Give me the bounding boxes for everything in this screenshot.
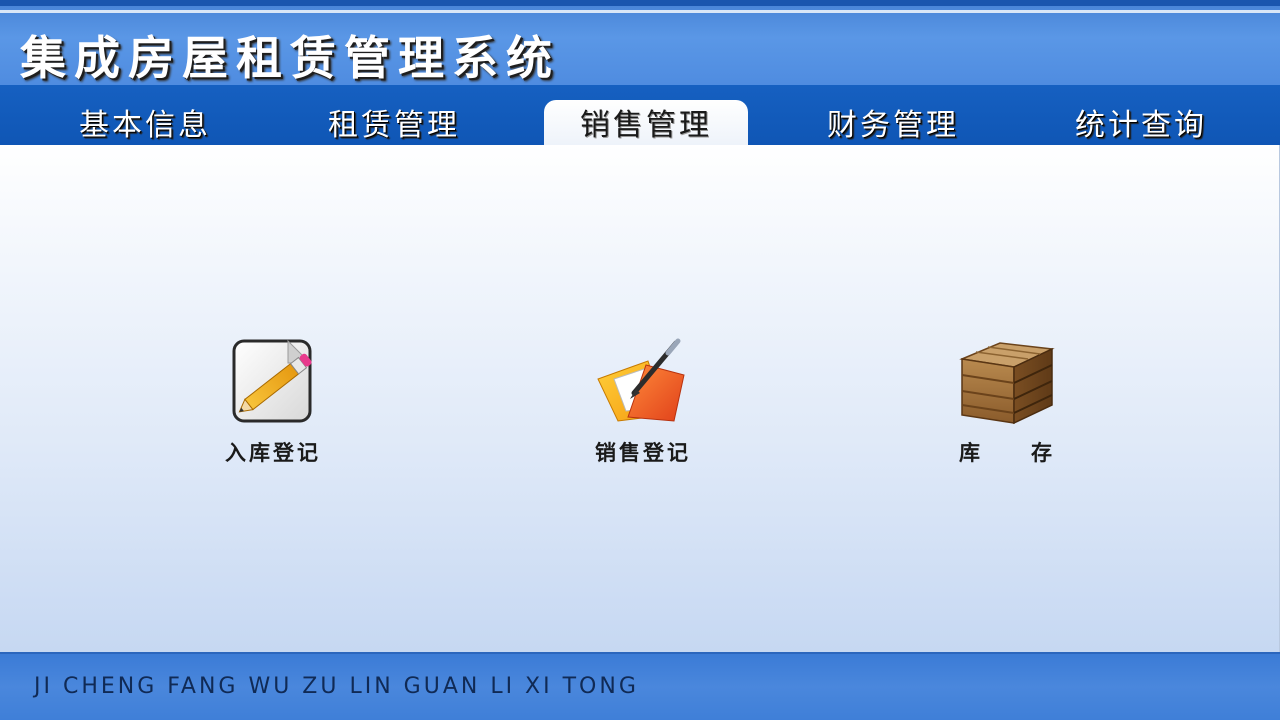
stock-in-register-label: 入库登记 xyxy=(225,441,321,465)
app-title: 集成房屋租赁管理系统 xyxy=(20,31,560,85)
tab-statistics-query[interactable]: 统计查询 xyxy=(1039,100,1243,145)
wooden-crate-icon xyxy=(959,342,1055,425)
sales-register-label: 销售登记 xyxy=(595,441,691,465)
tab-basic-info[interactable]: 基本信息 xyxy=(43,100,247,145)
app-window: 集成房屋租赁管理系统 基本信息 租赁管理 销售管理 财务管理 统计查询 入库登记… xyxy=(0,0,1280,720)
tab-finance-management[interactable]: 财务管理 xyxy=(791,100,995,145)
folder-pen-icon xyxy=(597,338,685,422)
stock-in-register-button[interactable]: 入库登记 xyxy=(183,335,363,467)
footer-banner: JI CHENG FANG WU ZU LIN GUAN LI XI TONG xyxy=(0,652,1280,720)
header-banner: 集成房屋租赁管理系统 xyxy=(0,0,1280,85)
inventory-button[interactable]: 库 存 xyxy=(917,335,1097,467)
main-nav: 基本信息 租赁管理 销售管理 财务管理 统计查询 xyxy=(0,85,1280,145)
edit-document-pencil-icon xyxy=(232,339,312,423)
content-area: 入库登记 销售登记 库 存 xyxy=(0,145,1280,652)
tab-sales-management[interactable]: 销售管理 xyxy=(544,100,748,145)
sales-register-button[interactable]: 销售登记 xyxy=(553,335,733,467)
footer-pinyin-title: JI CHENG FANG WU ZU LIN GUAN LI XI TONG xyxy=(34,674,639,699)
tab-rental-management[interactable]: 租赁管理 xyxy=(292,100,496,145)
inventory-label: 库 存 xyxy=(959,441,1055,465)
